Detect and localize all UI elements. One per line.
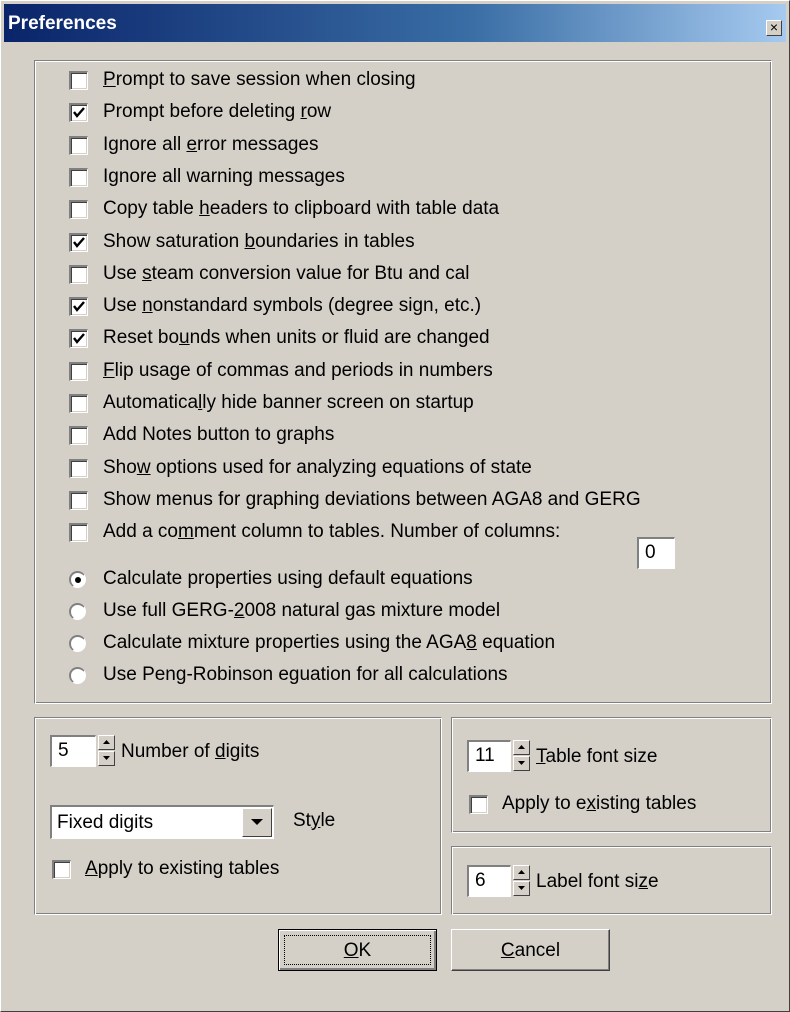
option-label: Use nonstandard symbols (degree sign, et… <box>103 295 482 316</box>
comment-columns-input[interactable]: 0 <box>637 537 675 569</box>
model-label: Calculate mixture properties using the A… <box>103 632 556 653</box>
arrow-down-icon <box>518 761 525 765</box>
option-checkbox[interactable] <box>69 136 88 155</box>
table-font-group <box>451 717 772 833</box>
label-font-spinner[interactable] <box>513 865 530 897</box>
arrow-up-icon <box>518 870 525 874</box>
label-font-label: Label font size <box>536 871 659 892</box>
option-checkbox[interactable] <box>69 168 88 187</box>
table-font-spinner[interactable] <box>513 740 530 772</box>
option-label: Show menus for graphing deviations betwe… <box>103 489 641 510</box>
option-checkbox[interactable] <box>69 394 88 413</box>
digits-apply-checkbox[interactable] <box>52 860 71 879</box>
window-title: Preferences <box>8 13 117 34</box>
option-label: Flip usage of commas and periods in numb… <box>103 360 493 381</box>
option-checkbox[interactable] <box>69 491 88 510</box>
table-font-label: Table font size <box>536 746 658 767</box>
table-font-spin-down[interactable] <box>513 756 530 771</box>
preferences-dialog: Preferences × 0 5 Number of digits Fixed… <box>0 0 790 1012</box>
ok-button-label: OK <box>343 940 372 961</box>
digits-spin-down[interactable] <box>98 751 115 766</box>
label-font-spin-down[interactable] <box>513 881 530 896</box>
digits-spin-up[interactable] <box>98 735 115 750</box>
model-radio[interactable] <box>69 571 86 588</box>
table-font-apply-checkbox[interactable] <box>469 795 488 814</box>
model-label: Calculate properties using default equat… <box>103 568 473 589</box>
arrow-up-icon <box>518 745 525 749</box>
option-checkbox[interactable] <box>69 459 88 478</box>
label-font-spin-up[interactable] <box>513 865 530 880</box>
option-label: Show saturation boundaries in tables <box>103 231 415 252</box>
digits-apply-label: Apply to existing tables <box>85 858 280 879</box>
option-label: Copy table headers to clipboard with tab… <box>103 198 500 219</box>
model-label: Use full GERG-2008 natural gas mixture m… <box>103 600 501 621</box>
style-dropdown-button[interactable] <box>242 808 272 837</box>
table-font-input[interactable]: 11 <box>467 740 511 772</box>
table-font-spin-up[interactable] <box>513 740 530 755</box>
radio-dot-icon <box>75 577 81 583</box>
option-label: Add a comment column to tables. Number o… <box>103 521 561 542</box>
digits-label: Number of digits <box>121 741 260 762</box>
digits-spinner[interactable] <box>98 735 115 767</box>
option-label: Ignore all warning messages <box>103 166 345 187</box>
style-label: Style <box>293 810 336 831</box>
checkmark-icon <box>73 107 85 118</box>
cancel-button-label: Cancel <box>500 940 561 961</box>
ok-button[interactable]: OK <box>278 929 437 971</box>
model-radio[interactable] <box>69 667 86 684</box>
style-select-value: Fixed digits <box>57 812 154 833</box>
model-label: Use Peng-Robinson eguation for all calcu… <box>103 664 508 685</box>
checkmark-icon <box>73 333 85 344</box>
option-checkbox[interactable] <box>69 426 88 445</box>
option-checkbox[interactable] <box>69 233 88 252</box>
close-button[interactable]: × <box>766 19 782 36</box>
option-checkbox[interactable] <box>69 297 88 316</box>
style-select[interactable]: Fixed digits <box>50 805 274 839</box>
option-label: Show options used for analyzing equation… <box>103 457 532 478</box>
model-radio[interactable] <box>69 603 86 620</box>
option-label: Prompt before deleting row <box>103 101 332 122</box>
option-checkbox[interactable] <box>69 200 88 219</box>
digits-input[interactable]: 5 <box>50 735 96 767</box>
checkmark-icon <box>73 237 85 248</box>
table-font-apply-label: Apply to existing tables <box>502 793 697 814</box>
option-label: Add Notes button to graphs <box>103 424 335 445</box>
option-label: Use steam conversion value for Btu and c… <box>103 263 470 284</box>
label-font-input[interactable]: 6 <box>467 865 511 897</box>
option-label: Automatically hide banner screen on star… <box>103 392 474 413</box>
option-checkbox[interactable] <box>69 523 88 542</box>
title-bar[interactable]: Preferences × <box>4 4 786 42</box>
option-label: Prompt to save session when closing <box>103 69 416 90</box>
chevron-down-icon <box>251 819 263 825</box>
arrow-up-icon <box>103 740 110 744</box>
close-icon: × <box>769 19 779 35</box>
arrow-down-icon <box>518 886 525 890</box>
option-label: Ignore all error messages <box>103 134 319 155</box>
option-checkbox[interactable] <box>69 103 88 122</box>
option-checkbox[interactable] <box>69 265 88 284</box>
model-radio[interactable] <box>69 635 86 652</box>
arrow-down-icon <box>103 756 110 760</box>
checkmark-icon <box>73 301 85 312</box>
option-checkbox[interactable] <box>69 362 88 381</box>
option-checkbox[interactable] <box>69 329 88 348</box>
cancel-button[interactable]: Cancel <box>451 929 610 971</box>
option-checkbox[interactable] <box>69 71 88 90</box>
option-label: Reset bounds when units or fluid are cha… <box>103 327 490 348</box>
